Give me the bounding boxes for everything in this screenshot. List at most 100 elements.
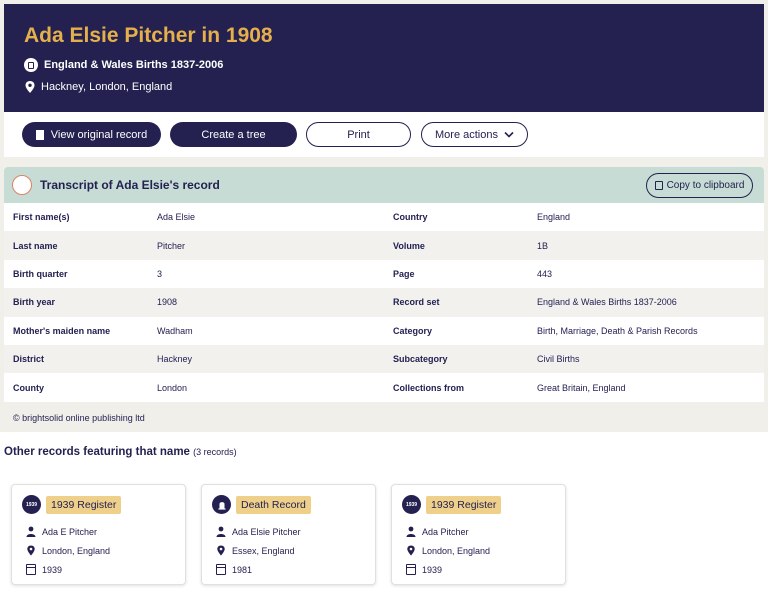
card-name-line: Ada Elsie Pitcher — [216, 526, 301, 537]
field-value: 1908 — [157, 297, 178, 308]
field-label: County — [13, 382, 44, 393]
place-line: Hackney, London, England — [24, 80, 172, 94]
field-label: Last name — [13, 240, 58, 251]
copy-icon — [654, 181, 663, 190]
table-row: Mother's maiden name Wadham Category Bir… — [4, 317, 764, 345]
record-type-badge: Death Record — [236, 496, 311, 514]
table-row: Birth quarter 3 Page 443 — [4, 260, 764, 288]
card-year: 1981 — [232, 564, 253, 575]
chevron-down-icon — [504, 131, 514, 138]
field-value: 1B — [537, 240, 549, 251]
record-type-badge: 1939 Register — [426, 496, 502, 514]
table-row: Birth year 1908 Record set England & Wal… — [4, 288, 764, 317]
document-icon — [35, 129, 44, 140]
headstone-icon — [212, 495, 231, 514]
field-value: London — [157, 382, 188, 393]
field-label: Record set — [393, 297, 440, 308]
person-icon — [26, 526, 36, 537]
card-year-line: 1939 — [26, 564, 62, 575]
other-records-title: Other records featuring that name — [4, 446, 190, 458]
person-icon — [406, 526, 416, 537]
more-actions-label: More actions — [435, 128, 498, 141]
location-pin-icon — [217, 545, 225, 556]
card-place-line: London, England — [26, 545, 110, 556]
record-header: Ada Elsie Pitcher in 1908 England & Wale… — [4, 4, 764, 112]
field-label: Country — [393, 212, 428, 223]
field-value: England — [537, 212, 571, 223]
field-label: Birth quarter — [13, 268, 68, 279]
card-place: London, England — [42, 545, 111, 556]
table-row: County London Collections from Great Bri… — [4, 373, 764, 401]
field-value: 443 — [537, 268, 553, 279]
more-actions-button[interactable]: More actions — [421, 122, 528, 147]
field-label: Category — [393, 325, 433, 336]
card-person-name: Ada Elsie Pitcher — [232, 526, 301, 537]
location-pin-icon — [407, 545, 415, 556]
location-pin-icon — [25, 81, 35, 93]
place-name: Hackney, London, England — [41, 81, 173, 93]
field-value: Birth, Marriage, Death & Parish Records — [537, 325, 698, 336]
headstone-glyph — [218, 501, 225, 510]
field-value: England & Wales Births 1837-2006 — [537, 297, 677, 308]
page-title: Ada Elsie Pitcher in 1908 — [24, 24, 273, 47]
table-row: District Hackney Subcategory Civil Birth… — [4, 344, 764, 374]
calendar-icon — [406, 564, 416, 575]
print-button[interactable]: Print — [306, 122, 411, 147]
transcript-table: First name(s) Ada Elsie Country England … — [4, 203, 764, 402]
register-1939-icon: 1939 — [402, 495, 421, 514]
field-value: Ada Elsie — [157, 212, 196, 223]
view-original-record-label: View original record — [50, 128, 148, 141]
field-value: Great Britain, England — [537, 382, 626, 393]
card-place-line: Essex, England — [216, 545, 295, 556]
record-type-badge: 1939 Register — [46, 496, 122, 514]
card-place-line: London, England — [406, 545, 490, 556]
field-label: Birth year — [13, 297, 56, 308]
dataset-line: England & Wales Births 1837-2006 — [24, 58, 223, 72]
copy-to-clipboard-button[interactable]: Copy to clipboard — [646, 173, 753, 198]
card-person-name: Ada Pitcher — [422, 526, 469, 537]
field-value: 3 — [157, 268, 163, 279]
field-label: Subcategory — [393, 354, 448, 365]
field-value: Civil Births — [537, 354, 580, 365]
view-original-record-button[interactable]: View original record — [22, 122, 161, 147]
other-records-heading: Other records featuring that name (3 rec… — [4, 446, 237, 458]
transcript-panel: Transcript of Ada Elsie's record Copy to… — [4, 167, 764, 402]
field-value: Pitcher — [157, 240, 186, 251]
copyright-notice: © brightsolid online publishing ltd — [13, 413, 145, 423]
location-pin-icon — [27, 545, 35, 556]
action-bar: View original record Create a tree Print… — [4, 112, 764, 157]
field-label: Volume — [393, 240, 425, 251]
record-card[interactable]: 1939 1939 Register Ada E Pitcher London,… — [11, 484, 186, 585]
print-label: Print — [347, 128, 370, 141]
create-tree-label: Create a tree — [201, 128, 266, 141]
calendar-icon — [216, 564, 226, 575]
calendar-icon — [26, 564, 36, 575]
field-label: Collections from — [393, 382, 465, 393]
copy-label: Copy to clipboard — [666, 180, 745, 191]
field-label: First name(s) — [13, 212, 70, 223]
person-icon — [216, 526, 226, 537]
field-label: Mother's maiden name — [13, 325, 111, 336]
field-label: Page — [393, 268, 415, 279]
transcript-title: Transcript of Ada Elsie's record — [40, 178, 220, 192]
dataset-name: England & Wales Births 1837-2006 — [44, 59, 224, 71]
field-value: Hackney — [157, 354, 193, 365]
table-row: Last name Pitcher Volume 1B — [4, 231, 764, 260]
field-value: Wadham — [157, 325, 193, 336]
card-name-line: Ada E Pitcher — [26, 526, 97, 537]
card-year: 1939 — [422, 564, 443, 575]
create-tree-button[interactable]: Create a tree — [170, 122, 297, 147]
record-type-icon — [12, 175, 32, 195]
register-1939-icon: 1939 — [22, 495, 41, 514]
card-place: London, England — [422, 545, 491, 556]
transcript-header: Transcript of Ada Elsie's record Copy to… — [4, 167, 764, 203]
table-row: First name(s) Ada Elsie Country England — [4, 203, 764, 231]
record-card[interactable]: Death Record Ada Elsie Pitcher Essex, En… — [201, 484, 376, 585]
card-year-line: 1981 — [216, 564, 252, 575]
card-person-name: Ada E Pitcher — [42, 526, 98, 537]
record-card[interactable]: 1939 1939 Register Ada Pitcher London, E… — [391, 484, 566, 585]
field-label: District — [13, 354, 45, 365]
card-place: Essex, England — [232, 545, 295, 556]
card-year: 1939 — [42, 564, 63, 575]
card-name-line: Ada Pitcher — [406, 526, 469, 537]
